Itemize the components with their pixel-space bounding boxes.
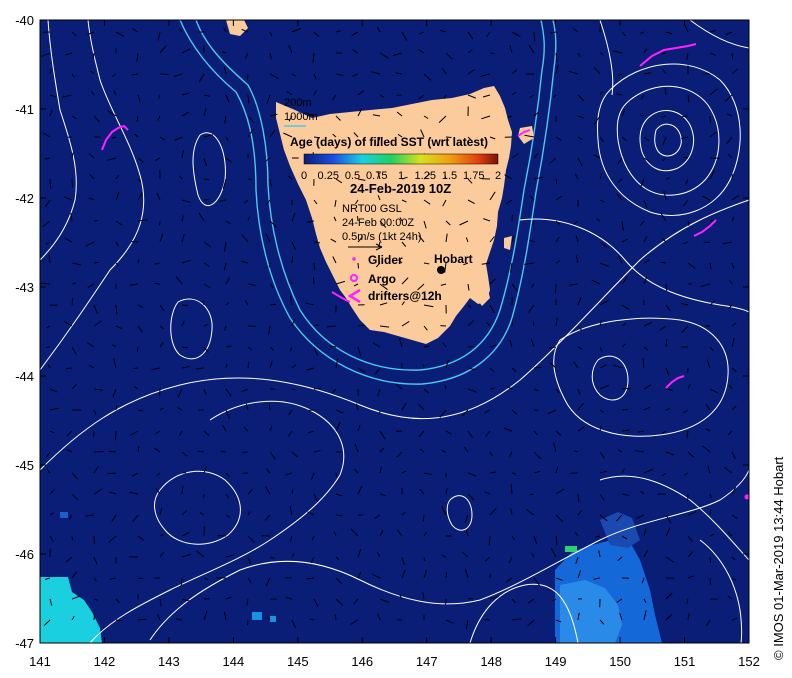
argo-label: Argo — [368, 272, 396, 286]
x-tick-label: 145 — [287, 654, 309, 669]
y-tick-label: -40 — [15, 13, 34, 28]
current-vector — [181, 346, 189, 349]
y-tick-label: -45 — [15, 458, 34, 473]
current-vector — [682, 156, 689, 159]
current-vector — [203, 493, 205, 499]
current-vector — [682, 115, 689, 118]
current-vector — [467, 345, 475, 348]
x-tick-label: 143 — [158, 654, 180, 669]
y-tick-label: -44 — [15, 369, 34, 384]
x-tick-label: 144 — [223, 654, 245, 669]
product-label: NRT00 GSL — [342, 203, 402, 215]
current-vector — [136, 346, 139, 353]
current-vector — [108, 450, 117, 453]
drifters-label: drifters@12h — [368, 289, 442, 303]
current-vector — [246, 73, 249, 81]
current-vector — [180, 577, 183, 587]
current-vector — [154, 282, 161, 285]
current-vector — [621, 409, 629, 411]
current-vector — [621, 387, 631, 390]
current-vector — [533, 366, 542, 369]
current-vector — [291, 256, 294, 264]
colorbar — [303, 153, 499, 165]
current-vector — [93, 52, 95, 59]
current-vector — [703, 241, 711, 243]
current-vector — [488, 535, 491, 546]
age-patch-speck-3 — [270, 616, 276, 622]
current-vector — [49, 178, 52, 189]
drifter-position-east-edge — [744, 494, 750, 500]
current-vector — [115, 430, 117, 441]
x-tick-label: 142 — [94, 654, 116, 669]
current-vector — [71, 178, 73, 188]
age-patch-speck-2 — [252, 612, 262, 620]
current-vector — [115, 619, 122, 622]
current-vector — [731, 52, 734, 59]
current-vector — [71, 535, 74, 541]
colorbar-tick-label: 0.25 — [318, 170, 339, 182]
age-patch-speck-1 — [60, 512, 68, 518]
current-vector — [312, 277, 315, 285]
depth-legend-200m: 200m — [284, 97, 312, 109]
current-vector — [445, 598, 447, 605]
y-tick-label: -46 — [15, 547, 34, 562]
colorbar-title: Age (days) of filled SST (wrt latest) — [290, 135, 488, 149]
x-tick-label: 152 — [738, 654, 760, 669]
x-tick-label: 151 — [674, 654, 696, 669]
current-vector — [107, 472, 117, 475]
current-vector — [532, 321, 535, 327]
y-tick-label: -41 — [15, 102, 34, 117]
product-time: 24-Feb 00:00Z — [342, 217, 414, 229]
x-tick-label: 141 — [29, 654, 51, 669]
colorbar-tick-label: 0 — [301, 170, 307, 182]
x-tick-label: 149 — [545, 654, 567, 669]
depth-legend-1000m: 1000m — [284, 111, 318, 123]
x-tick-label: 147 — [416, 654, 438, 669]
hobart-marker — [437, 266, 445, 274]
colorbar-tick-label: 1.75 — [463, 170, 484, 182]
hobart-label: Hobart — [434, 252, 473, 266]
y-tick-label: -43 — [15, 280, 34, 295]
map-title: 24-Feb-2019 10Z — [350, 181, 451, 196]
current-vector — [335, 472, 337, 478]
current-vector — [467, 598, 473, 600]
current-vector — [159, 73, 169, 75]
current-vector — [396, 94, 403, 96]
current-vector — [660, 261, 667, 264]
current-vector — [445, 572, 448, 579]
y-tick-label: -42 — [15, 191, 34, 206]
copyright-symbol: © — [771, 650, 786, 660]
current-vector — [709, 556, 712, 563]
age-patch-green — [565, 546, 577, 552]
current-vector — [555, 178, 558, 185]
current-vector — [533, 31, 536, 42]
current-vector — [555, 283, 557, 294]
current-vector — [93, 220, 99, 222]
current-vector — [137, 618, 147, 621]
current-scale-label: 0.5m/s (1kt 24h) — [342, 231, 421, 243]
credit-line: IMOS 01-Mar-2019 13:44 Hobart — [771, 456, 786, 647]
current-vector — [93, 451, 104, 453]
current-vector — [511, 214, 513, 222]
current-vector — [133, 367, 139, 369]
glider-label: Glider — [368, 253, 403, 267]
current-vector — [357, 262, 359, 269]
colorbar-tick-label: 2 — [495, 170, 501, 182]
current-vector — [203, 178, 210, 181]
x-tick-label: 148 — [480, 654, 502, 669]
x-tick-label: 146 — [351, 654, 373, 669]
current-vector — [45, 346, 51, 348]
credit-text: © IMOS 01-Mar-2019 13:44 Hobart — [771, 457, 786, 660]
current-vector — [529, 493, 535, 496]
current-vector — [247, 619, 249, 626]
x-tick-label: 150 — [609, 654, 631, 669]
current-vector — [484, 618, 491, 621]
current-vector — [137, 577, 144, 580]
glider-symbol — [352, 257, 356, 261]
y-tick-label: -47 — [15, 636, 34, 651]
sst-map: Hobart Age (days) of filled SST (wrt lat… — [15, 13, 760, 669]
